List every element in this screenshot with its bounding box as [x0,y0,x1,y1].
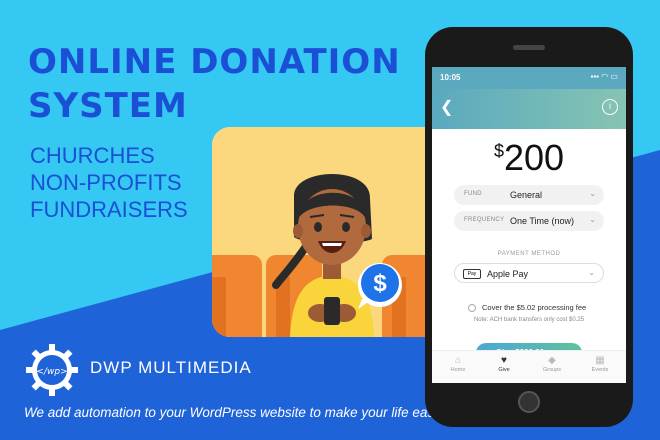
phone-screen: 10:05 ▪▪▪ ◠ ▭ ❮ i $200 FUND General ⌄ FR… [432,67,626,383]
home-icon: ⌂ [454,355,462,366]
cover-fee-option[interactable]: Cover the $5.02 processing fee [468,303,587,313]
fund-value: General [510,190,543,200]
amount-value: 200 [503,137,565,178]
apple-pay-icon: Pay [463,269,481,279]
tab-groups[interactable]: ◆ Groups [532,355,572,373]
give-icon: ♥ [501,355,507,366]
tab-events[interactable]: ▦ Events [580,355,620,373]
audience-item: CHURCHES [30,143,155,168]
tab-bar: ⌂ Home ♥ Give ◆ Groups ▦ Events [432,350,626,383]
cover-fee-label: Cover the $5.02 processing fee [482,303,587,312]
events-icon: ▦ [595,355,605,366]
tab-label: Events [591,367,609,373]
page-title: ONLINE DONATION SYSTEM [28,40,401,128]
phone-speaker [513,45,545,50]
back-arrow-icon[interactable]: ❮ [440,97,458,119]
phone-mockup: 10:05 ▪▪▪ ◠ ▭ ❮ i $200 FUND General ⌄ FR… [425,27,633,427]
logo-text: </wp> [36,367,67,377]
payment-method-select[interactable]: Pay Apple Pay ⌄ [454,263,604,283]
title-line-1: ONLINE DONATION [28,42,401,82]
payment-method-value: Apple Pay [487,269,529,279]
chevron-down-icon: ⌄ [588,268,595,277]
groups-icon: ◆ [548,355,556,366]
chevron-down-icon: ⌄ [589,215,596,224]
tab-home[interactable]: ⌂ Home [438,355,478,373]
payment-method-label: PAYMENT METHOD [497,251,561,257]
audience-item: NON-PROFITS [30,170,182,195]
signal-wifi-battery-icon: ▪▪▪ ◠ ▭ [590,72,619,81]
tab-give[interactable]: ♥ Give [484,355,524,373]
cover-fee-checkbox[interactable] [468,304,476,313]
currency-symbol: $ [493,141,504,161]
fund-select[interactable]: FUND General ⌄ [454,185,604,205]
status-time: 10:05 [440,73,461,82]
tab-label: Give [498,367,510,373]
brand-name: DWP MULTIMEDIA [90,358,252,377]
dollar-bubble-icon: $ [373,270,387,297]
frequency-label: FREQUENCY [464,217,505,223]
dwp-gear-logo-icon: </wp> [26,344,78,396]
status-bar: 10:05 ▪▪▪ ◠ ▭ [432,67,626,89]
title-line-2: SYSTEM [28,86,188,126]
frequency-select[interactable]: FREQUENCY One Time (now) ⌄ [454,211,604,231]
tab-label: Groups [542,367,562,373]
audience-list: CHURCHES NON-PROFITS FUNDRAISERS [30,142,188,223]
home-button[interactable] [518,391,540,413]
chevron-down-icon: ⌄ [589,189,596,198]
info-icon[interactable]: i [602,99,618,115]
tagline: We add automation to your WordPress webs… [24,405,453,420]
fund-label: FUND [464,191,482,197]
audience-item: FUNDRAISERS [30,197,188,222]
ach-note: Note: ACH bank transfers only cost $0.25 [473,317,585,323]
tab-label: Home [450,367,466,373]
donation-amount[interactable]: $200 [432,137,626,179]
nav-bar: ❮ i [432,89,626,129]
frequency-value: One Time (now) [510,216,575,226]
